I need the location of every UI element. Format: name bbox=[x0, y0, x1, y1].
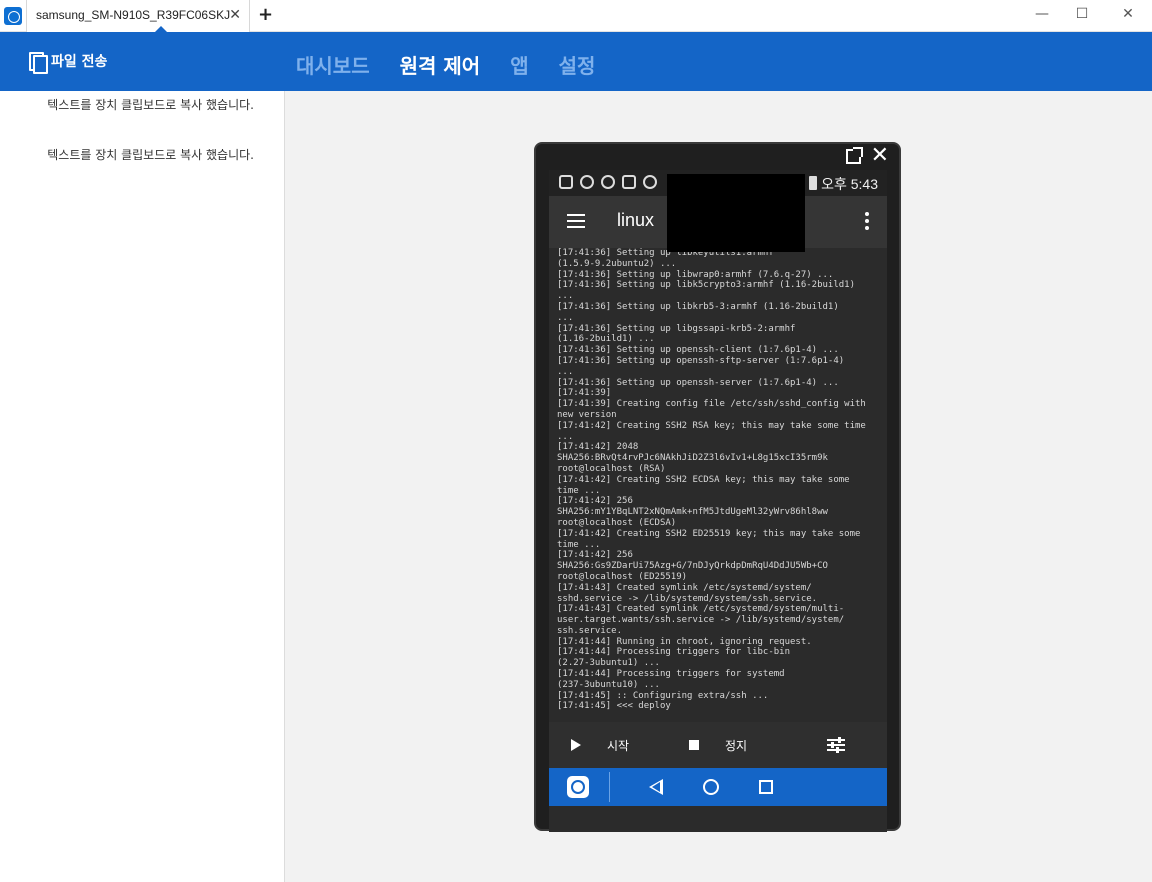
home-icon[interactable] bbox=[703, 779, 719, 795]
redaction-block bbox=[667, 174, 805, 252]
add-tab-icon[interactable]: + bbox=[258, 4, 273, 25]
more-options-icon[interactable] bbox=[865, 212, 869, 233]
play-icon[interactable] bbox=[571, 739, 581, 751]
popout-icon[interactable] bbox=[846, 147, 863, 164]
terminal-log: [17:41:36] Setting up libkeyutils1:armhf… bbox=[557, 248, 866, 712]
status-time: 오후 5:43 bbox=[821, 176, 878, 192]
teamviewer-logo-icon bbox=[4, 7, 22, 25]
menu-icon[interactable] bbox=[567, 214, 585, 228]
maximize-icon[interactable]: ☐ bbox=[1072, 6, 1092, 22]
tab-close-icon[interactable]: ✕ bbox=[229, 7, 241, 23]
clipboard-message: 텍스트를 장치 클립보드로 복사 했습니다. bbox=[47, 98, 254, 112]
teamviewer-icon bbox=[622, 175, 636, 189]
recent-apps-icon[interactable] bbox=[759, 780, 773, 794]
stop-icon[interactable] bbox=[689, 740, 699, 750]
tab-apps[interactable]: 앱 bbox=[510, 50, 528, 79]
close-window-icon[interactable]: ✕ bbox=[1118, 6, 1138, 22]
battery-icon bbox=[809, 176, 817, 190]
file-transfer-label: 파일 전송 bbox=[51, 54, 108, 70]
back-icon[interactable] bbox=[649, 779, 663, 795]
device-tab[interactable]: samsung_SM-N910S_R39FC06SKJ ✕ bbox=[26, 0, 250, 32]
app-header: 파일 전송 대시보드 원격 제어 앱 설정 bbox=[0, 32, 1152, 91]
status-icons bbox=[559, 175, 657, 189]
tab-remote-control[interactable]: 원격 제어 bbox=[400, 50, 481, 79]
nav-divider bbox=[609, 772, 610, 802]
main-nav: 대시보드 원격 제어 앱 설정 bbox=[296, 50, 625, 79]
chat-icon bbox=[559, 175, 573, 189]
device-tab-label: samsung_SM-N910S_R39FC06SKJ bbox=[36, 8, 231, 22]
dnd-icon bbox=[580, 175, 594, 189]
control-bar: 시작 정지 bbox=[549, 722, 887, 768]
start-button[interactable]: 시작 bbox=[607, 737, 629, 754]
device-frame: ✕ 오후 5:43 linux [17:41:36] Setting up li… bbox=[534, 142, 901, 832]
app-title: linux bbox=[617, 210, 655, 230]
stop-button[interactable]: 정지 bbox=[725, 737, 747, 754]
tab-settings[interactable]: 설정 bbox=[559, 50, 596, 79]
clipboard-message: 텍스트를 장치 클립보드로 복사 했습니다. bbox=[47, 148, 254, 162]
eye-icon bbox=[601, 175, 615, 189]
teamviewer-icon[interactable] bbox=[567, 776, 589, 798]
device-screen[interactable]: 오후 5:43 linux [17:41:36] Setting up libk… bbox=[549, 170, 887, 832]
settings-sliders-icon[interactable] bbox=[827, 737, 845, 753]
device-frame-toolbar: ✕ bbox=[536, 143, 899, 170]
coffee-icon bbox=[643, 175, 657, 189]
terminal-output: [17:41:36] Setting up libkeyutils1:armhf… bbox=[549, 248, 887, 722]
android-nav-bar bbox=[549, 768, 887, 806]
activity-sidebar: 텍스트를 장치 클립보드로 복사 했습니다. 텍스트를 장치 클립보드로 복사 … bbox=[0, 91, 285, 882]
minimize-icon[interactable]: — bbox=[1032, 6, 1052, 22]
file-transfer-button[interactable]: 파일 전송 bbox=[29, 51, 108, 74]
file-transfer-icon bbox=[29, 52, 48, 74]
tab-dashboard[interactable]: 대시보드 bbox=[296, 50, 370, 79]
window-titlebar: samsung_SM-N910S_R39FC06SKJ ✕ + — ☐ ✕ bbox=[0, 0, 1152, 32]
close-icon[interactable]: ✕ bbox=[871, 143, 889, 168]
